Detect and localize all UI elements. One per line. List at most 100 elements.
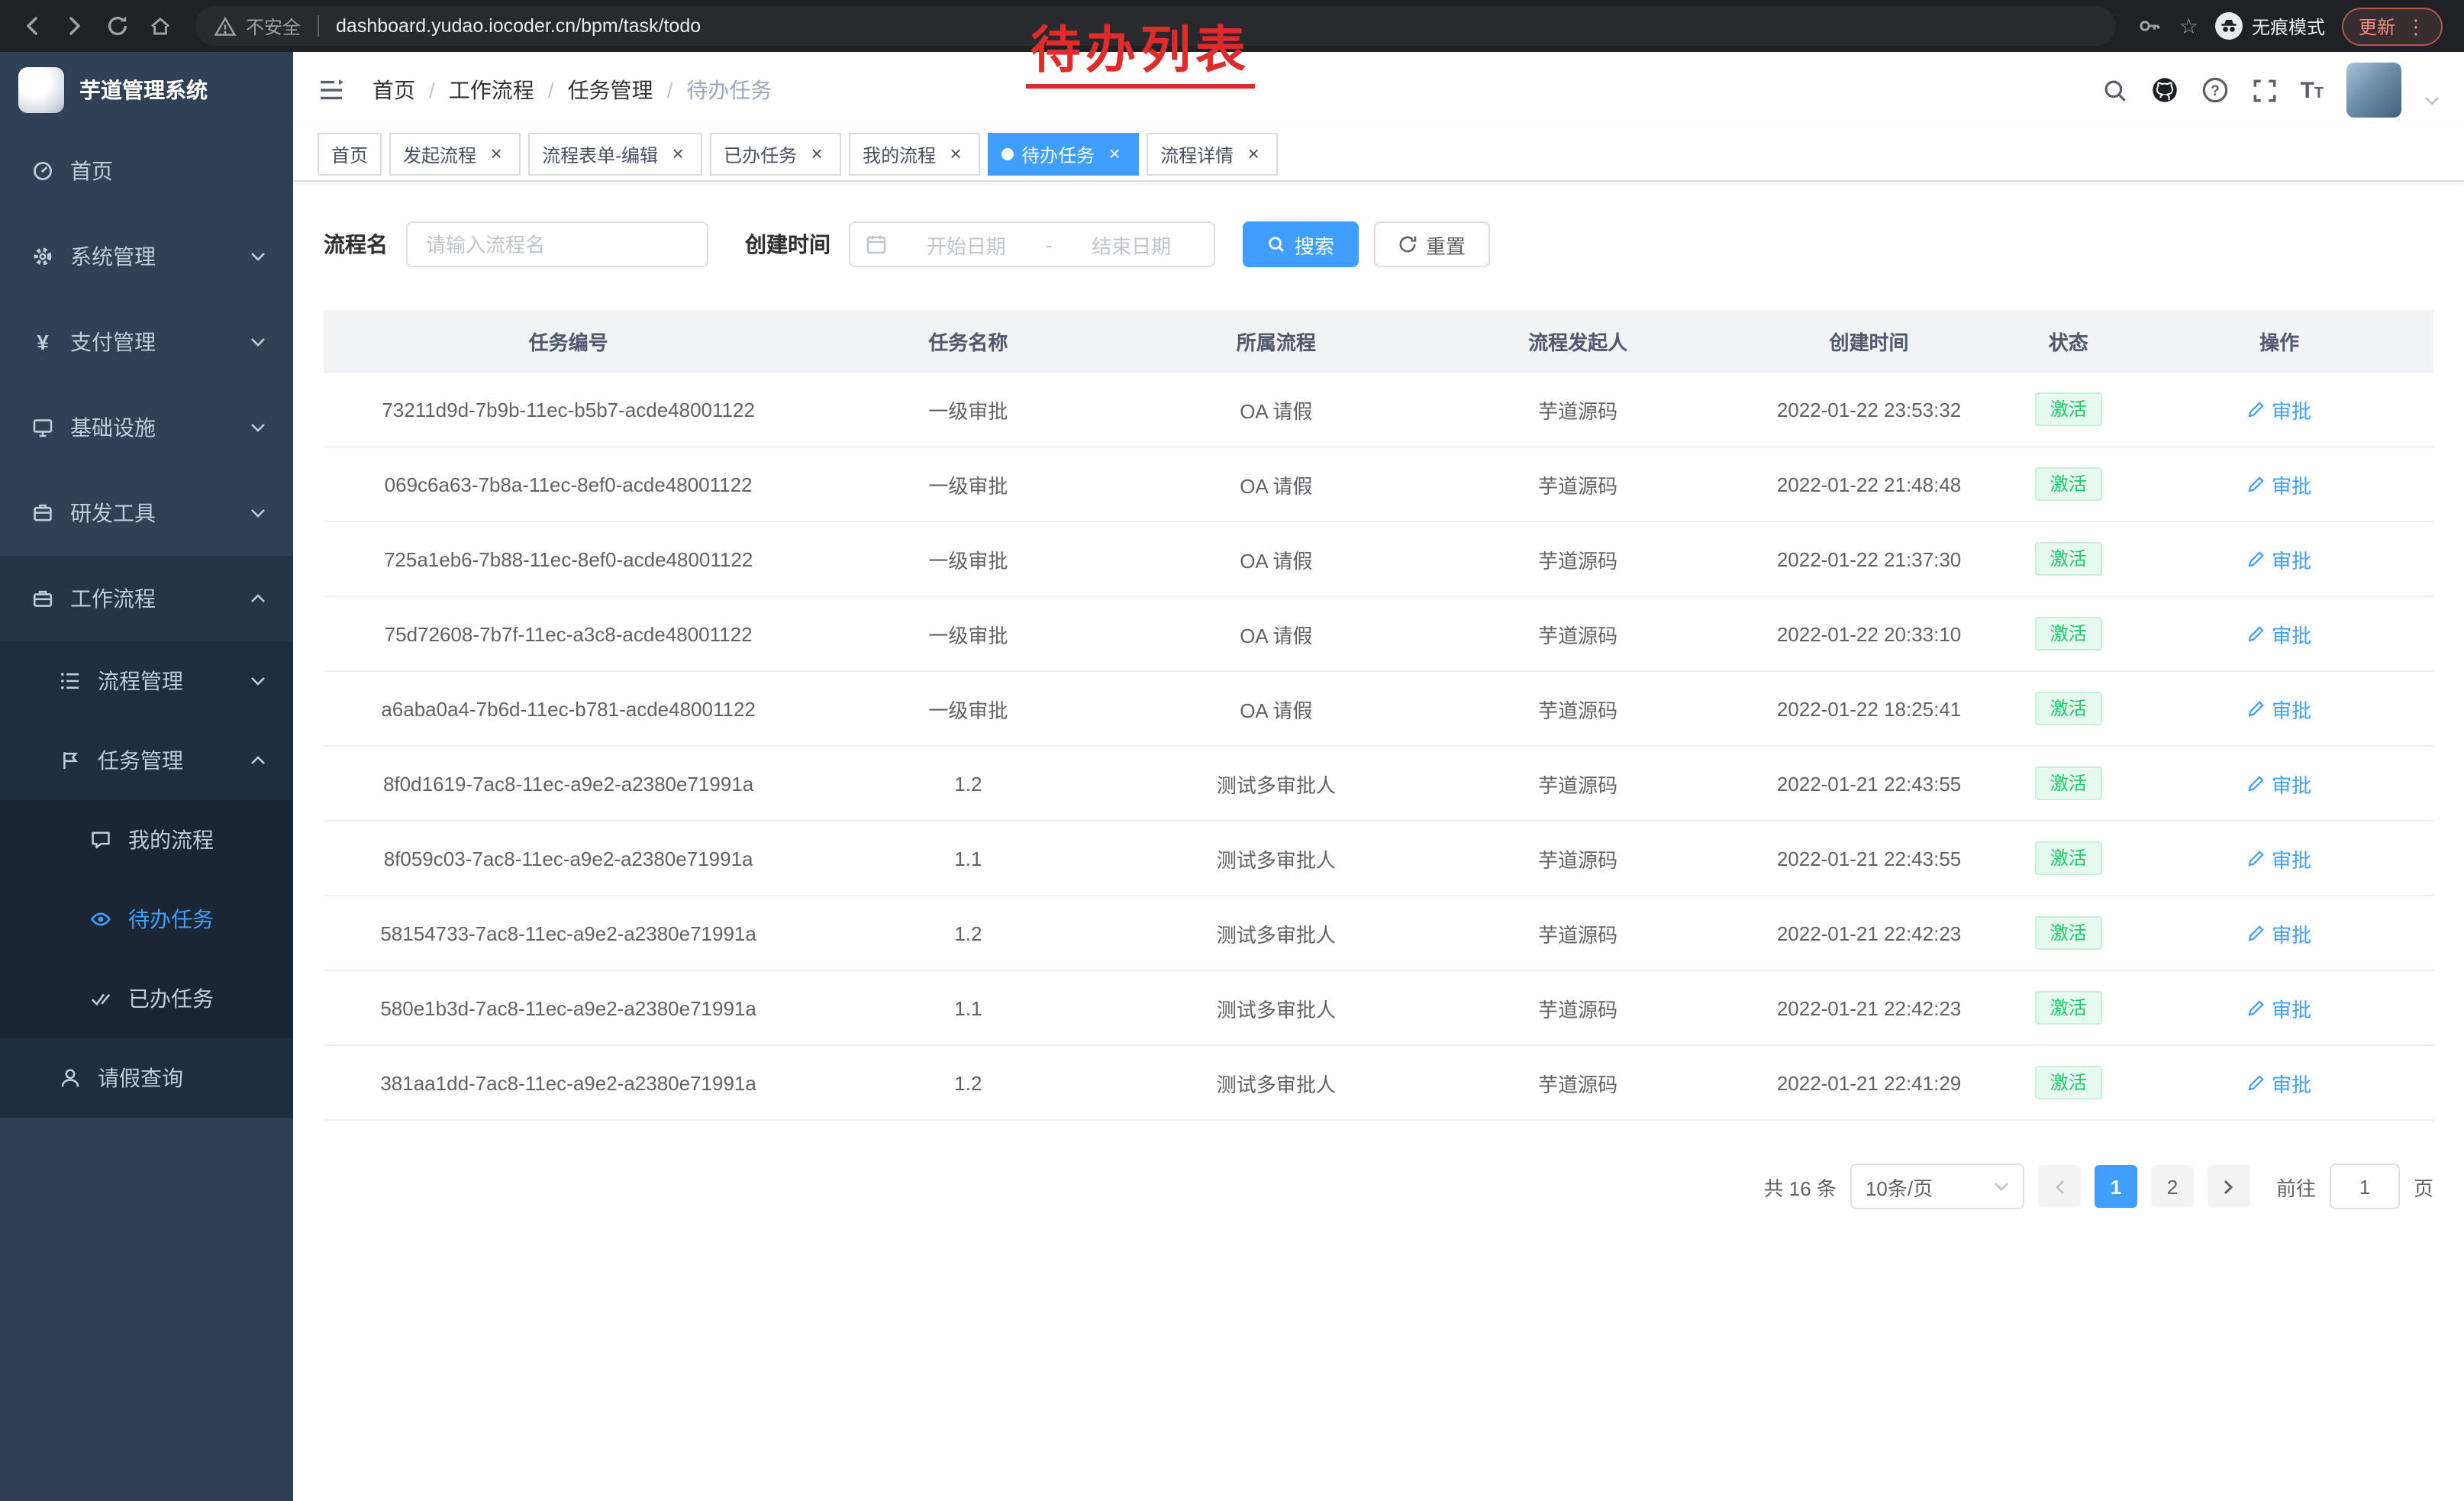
cell-actions: 审批: [2125, 447, 2433, 521]
github-icon[interactable]: [2150, 76, 2178, 104]
approve-link[interactable]: 审批: [2247, 395, 2311, 424]
table-row: 069c6a63-7b8a-11ec-8ef0-acde48001122 一级审…: [324, 447, 2433, 521]
sidebar-item-devtools[interactable]: 研发工具: [0, 470, 293, 556]
approve-link[interactable]: 审批: [2247, 844, 2311, 873]
process-name-input[interactable]: [406, 221, 708, 267]
table-row: 725a1eb6-7b88-11ec-8ef0-acde48001122 一级审…: [324, 521, 2433, 596]
cell-task-name: 一级审批: [813, 671, 1123, 746]
breadcrumb-workflow[interactable]: 工作流程: [449, 75, 534, 105]
approve-link[interactable]: 审批: [2247, 918, 2311, 947]
page-button-1[interactable]: 1: [2095, 1165, 2137, 1208]
close-icon[interactable]: ×: [1243, 144, 1264, 165]
reset-button[interactable]: 重置: [1374, 221, 1490, 267]
sidebar-item-payment[interactable]: ¥ 支付管理: [0, 299, 293, 385]
approve-link[interactable]: 审批: [2247, 993, 2311, 1022]
close-icon[interactable]: ×: [667, 144, 689, 165]
browser-back-icon[interactable]: [12, 6, 52, 46]
prev-page-button[interactable]: [2038, 1165, 2081, 1208]
sidebar-item-infrastructure[interactable]: 基础设施: [0, 385, 293, 470]
tab-home[interactable]: 首页: [318, 133, 382, 176]
close-icon[interactable]: ×: [806, 144, 827, 165]
browser-forward-icon[interactable]: [55, 6, 95, 46]
approve-link[interactable]: 审批: [2247, 1068, 2311, 1097]
approve-link[interactable]: 审批: [2247, 619, 2311, 648]
sidebar: 芋道管理系统 首页 系统管理 ¥ 支付管理: [0, 52, 293, 1501]
column-starter: 流程发起人: [1429, 310, 1727, 372]
approve-link[interactable]: 审批: [2247, 544, 2311, 573]
start-date-placeholder: 开始日期: [899, 230, 1034, 259]
table-row: 8f059c03-7ac8-11ec-a9e2-a2380e71991a 1.1…: [324, 821, 2433, 896]
cell-status: 激活: [2011, 746, 2125, 821]
help-icon[interactable]: ?: [2201, 76, 2228, 104]
sidebar-item-workflow[interactable]: 工作流程: [0, 556, 293, 641]
cell-process: 测试多审批人: [1124, 1045, 1430, 1120]
cell-task-name: 一级审批: [813, 521, 1123, 596]
cell-task-name: 1.2: [813, 896, 1123, 970]
goto-page-input[interactable]: [2330, 1164, 2400, 1209]
tab-done-task[interactable]: 已办任务×: [710, 133, 841, 176]
create-time-label: 创建时间: [745, 229, 830, 260]
approve-link[interactable]: 审批: [2247, 470, 2311, 499]
sidebar-item-label: 流程管理: [98, 666, 235, 696]
cell-status: 激活: [2011, 671, 2125, 746]
tab-process-detail[interactable]: 流程详情×: [1147, 133, 1278, 176]
sidebar-item-process-management[interactable]: 流程管理: [0, 641, 293, 721]
list-icon: [58, 670, 82, 692]
breadcrumb-home[interactable]: 首页: [373, 75, 415, 105]
search-icon[interactable]: [2101, 77, 2127, 103]
sidebar-item-done-task[interactable]: 已办任务: [0, 959, 293, 1038]
sidebar-item-leave-query[interactable]: 请假查询: [0, 1038, 293, 1118]
page-button-2[interactable]: 2: [2151, 1165, 2194, 1208]
approve-link[interactable]: 审批: [2247, 694, 2311, 723]
page-size-select[interactable]: 10条/页: [1850, 1164, 2024, 1209]
close-icon[interactable]: ×: [485, 144, 507, 165]
breadcrumb-task-management[interactable]: 任务管理: [568, 75, 653, 105]
tab-form-edit[interactable]: 流程表单-编辑×: [528, 133, 702, 176]
sidebar-item-my-process[interactable]: 我的流程: [0, 800, 293, 880]
cell-starter: 芋道源码: [1429, 821, 1727, 896]
double-check-icon: [89, 988, 113, 1009]
password-key-icon[interactable]: [2138, 14, 2162, 38]
update-button[interactable]: 更新 ⋮: [2342, 7, 2443, 45]
sidebar-toggle-icon[interactable]: [318, 78, 345, 102]
approve-link[interactable]: 审批: [2247, 769, 2311, 798]
close-icon[interactable]: ×: [945, 144, 966, 165]
table-row: 73211d9d-7b9b-11ec-b5b7-acde48001122 一级审…: [324, 372, 2433, 447]
cell-create-time: 2022-01-21 22:43:55: [1727, 746, 2011, 821]
user-avatar[interactable]: [2346, 63, 2401, 118]
cell-actions: 审批: [2125, 372, 2433, 447]
search-button[interactable]: 搜索: [1243, 221, 1359, 267]
tab-label: 待办任务: [1021, 141, 1095, 167]
gear-icon: [31, 246, 55, 267]
date-range-picker[interactable]: 开始日期 - 结束日期: [849, 221, 1215, 267]
sidebar-item-home[interactable]: 首页: [0, 128, 293, 214]
browser-home-icon[interactable]: [140, 6, 180, 46]
next-page-button[interactable]: [2208, 1165, 2250, 1208]
cell-process: OA 请假: [1124, 596, 1430, 671]
cell-starter: 芋道源码: [1429, 671, 1727, 746]
yen-icon: ¥: [31, 330, 55, 354]
cell-task-id: 8f059c03-7ac8-11ec-a9e2-a2380e71991a: [324, 821, 813, 896]
tab-my-process[interactable]: 我的流程×: [849, 133, 980, 176]
sidebar-item-label: 任务管理: [98, 745, 235, 776]
tab-start-process[interactable]: 发起流程×: [389, 133, 521, 176]
font-size-icon[interactable]: TT: [2300, 79, 2324, 102]
cell-create-time: 2022-01-21 22:43:55: [1727, 821, 2011, 896]
flag-icon: [58, 750, 82, 771]
breadcrumb-current: 待办任务: [686, 75, 772, 105]
avatar-caret-icon[interactable]: [2424, 96, 2440, 105]
table-row: a6aba0a4-7b6d-11ec-b781-acde48001122 一级审…: [324, 671, 2433, 746]
browser-reload-icon[interactable]: [98, 6, 137, 46]
cell-actions: 审批: [2125, 746, 2433, 821]
browser-menu-icon[interactable]: ⋮: [2406, 16, 2426, 36]
sidebar-item-label: 研发工具: [70, 498, 235, 528]
tab-todo-task[interactable]: 待办任务 ×: [988, 133, 1139, 176]
bookmark-star-icon[interactable]: ☆: [2179, 13, 2198, 39]
fullscreen-icon[interactable]: [2251, 77, 2277, 103]
sidebar-item-todo-task[interactable]: 待办任务: [0, 880, 293, 959]
table-row: 58154733-7ac8-11ec-a9e2-a2380e71991a 1.2…: [324, 896, 2433, 970]
sidebar-item-system[interactable]: 系统管理: [0, 214, 293, 299]
sidebar-item-task-management[interactable]: 任务管理: [0, 721, 293, 800]
cell-task-name: 一级审批: [813, 447, 1123, 521]
close-icon[interactable]: ×: [1104, 144, 1125, 165]
